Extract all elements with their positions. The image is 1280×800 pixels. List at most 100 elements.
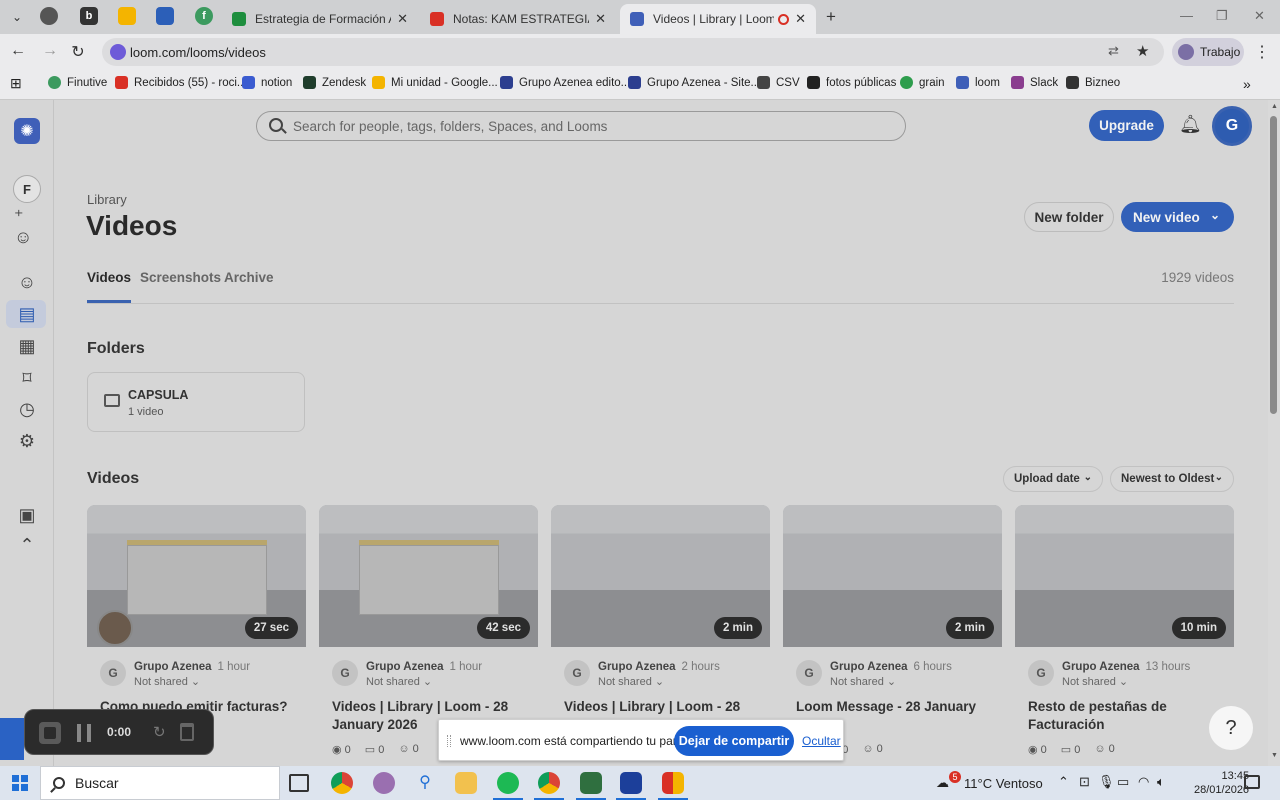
weather-text[interactable]: 11°C Ventoso [964, 776, 1043, 791]
workspace-badge[interactable]: F [13, 175, 41, 203]
sharing-status[interactable]: Not shared ⌄ [1062, 675, 1128, 688]
tab-loom-videos[interactable]: Videos | Library | Loom ✕ [620, 4, 816, 34]
bookmark-gmail[interactable]: Recibidos (55) - roci... [115, 76, 246, 89]
close-window-icon[interactable]: ✕ [1254, 8, 1265, 24]
sharing-status[interactable]: Not shared ⌄ [134, 675, 200, 688]
video-thumbnail[interactable]: 27 sec [87, 505, 306, 647]
close-tab-icon[interactable]: ✕ [795, 11, 806, 27]
bookmark-azenea-editor[interactable]: Grupo Azenea edito... [500, 76, 630, 89]
clock[interactable]: 13:45 28/01/2026 [1194, 769, 1249, 797]
minimize-icon[interactable]: — [1180, 8, 1193, 23]
reload-icon[interactable]: ↻ [68, 42, 88, 62]
stop-sharing-button[interactable]: Dejar de compartir [674, 726, 794, 756]
browser-menu-icon[interactable]: ⋮ [1252, 42, 1272, 62]
video-title[interactable]: Loom Message - 28 January [796, 698, 996, 716]
pinned-tab-globe-icon[interactable] [40, 7, 58, 25]
tray-chevron-icon[interactable]: ⌃ [1058, 774, 1069, 790]
upgrade-button[interactable]: Upgrade [1089, 110, 1164, 141]
profile-icon[interactable]: ☺ [14, 269, 40, 295]
close-tab-icon[interactable]: ✕ [397, 11, 408, 27]
video-thumbnail[interactable]: 2 min [551, 505, 770, 647]
notifications-bell-icon[interactable]: 🔔︎ [1179, 114, 1202, 135]
translate-icon[interactable]: ⇄ [1108, 43, 1119, 59]
calculator-icon[interactable] [576, 772, 606, 800]
page-scrollbar[interactable]: ▲ ▼ [1268, 100, 1280, 766]
bookmark-icon[interactable]: ⌑ [14, 365, 40, 391]
settings-gear-icon[interactable]: ⚙ [14, 428, 40, 454]
taskbar-search[interactable]: Buscar [40, 766, 280, 800]
address-bar[interactable]: loom.com/looms/videos ⇄ ★ [102, 38, 1164, 66]
video-title[interactable]: Resto de pestañas de Facturación [1028, 698, 1228, 734]
video-card[interactable]: 10 min G Grupo Azenea 13 hours Not shared ⌄ R… [1015, 505, 1234, 766]
pinned-tab-drive-icon[interactable] [118, 7, 136, 25]
scroll-up-icon[interactable]: ▲ [1271, 103, 1278, 110]
calendar-icon[interactable]: ▦ [14, 333, 40, 359]
bookmark-fotos[interactable]: fotos públicas [807, 76, 896, 89]
collapse-icon[interactable]: ⌃ [14, 532, 40, 558]
battery-icon[interactable]: ▭ [1117, 774, 1129, 790]
apps-grid-icon[interactable]: ⊞ [10, 75, 22, 92]
bookmark-bizneo[interactable]: Bizneo [1066, 76, 1120, 89]
hide-link[interactable]: Ocultar [802, 734, 841, 748]
breadcrumb[interactable]: Library [87, 192, 127, 207]
pinned-tab-bizneo-icon[interactable]: b [80, 7, 98, 25]
sharing-status[interactable]: Not shared ⌄ [598, 675, 664, 688]
help-button[interactable]: ? [1209, 706, 1253, 750]
bookmark-star-icon[interactable]: ★ [1136, 42, 1149, 60]
loom-logo-icon[interactable]: ✺ [14, 118, 40, 144]
forward-icon[interactable]: → [40, 42, 60, 60]
outlook-icon[interactable] [616, 772, 646, 800]
history-clock-icon[interactable]: ◷ [14, 396, 40, 422]
sharing-status[interactable]: Not shared ⌄ [830, 675, 896, 688]
volume-icon[interactable]: 🔈︎ [1157, 774, 1165, 790]
tab-archive[interactable]: Archive [224, 270, 274, 285]
tab-videos[interactable]: Videos [87, 270, 132, 303]
profile-button[interactable]: Trabajo [1172, 38, 1244, 66]
bookmark-csv[interactable]: CSV [757, 76, 800, 89]
recorder-edge-tab[interactable] [0, 718, 24, 760]
app-icon[interactable] [373, 772, 395, 794]
bookmark-loom[interactable]: loom [956, 76, 1000, 89]
scroll-down-icon[interactable]: ▼ [1271, 752, 1278, 759]
delete-recording-icon[interactable] [180, 723, 194, 741]
task-view-icon[interactable] [289, 774, 309, 792]
bookmark-azenea-site[interactable]: Grupo Azenea - Site... [628, 76, 760, 89]
stop-recording-icon[interactable] [39, 722, 61, 744]
video-thumbnail[interactable]: 10 min [1015, 505, 1234, 647]
bookmark-finutive[interactable]: Finutive [48, 76, 107, 89]
new-folder-button[interactable]: New folder [1024, 202, 1114, 232]
spotify-icon[interactable] [493, 772, 523, 800]
pinned-tab-azenea-icon[interactable] [156, 7, 174, 25]
video-thumbnail[interactable]: 42 sec [319, 505, 538, 647]
global-search-input[interactable]: Search for people, tags, folders, Spaces… [256, 111, 906, 141]
video-thumbnail[interactable]: 2 min [783, 505, 1002, 647]
tab-search-chevron-icon[interactable]: ⌄ [6, 6, 28, 28]
user-avatar[interactable]: G [1212, 106, 1252, 146]
scrollbar-thumb[interactable] [1270, 116, 1277, 414]
maximize-icon[interactable]: ❐ [1216, 8, 1228, 24]
sort-field-select[interactable]: Upload date ⌄ [1003, 466, 1103, 492]
notes-icon[interactable]: ▣ [14, 502, 40, 528]
file-explorer-icon[interactable] [455, 772, 477, 794]
pinned-tab-finutive-icon[interactable]: f [195, 7, 213, 25]
folder-card[interactable]: CAPSULA 1 video [87, 372, 305, 432]
notifications-icon[interactable] [1244, 775, 1260, 789]
tab-notas[interactable]: Notas: KAM ESTRATEGIA Y PRO ✕ [420, 4, 616, 34]
new-tab-button[interactable]: + [820, 6, 842, 28]
pause-icon[interactable] [77, 724, 91, 742]
more-bookmarks-icon[interactable]: » [1243, 76, 1251, 92]
new-video-button[interactable]: New video ⌄ [1121, 202, 1234, 232]
sharing-status[interactable]: Not shared ⌄ [366, 675, 432, 688]
video-title[interactable]: Videos | Library | Loom - 28 [564, 698, 764, 716]
bookmark-grain[interactable]: grain [900, 76, 945, 89]
close-tab-icon[interactable]: ✕ [595, 11, 606, 27]
chrome-active-icon[interactable] [534, 772, 564, 800]
back-icon[interactable]: ← [8, 42, 28, 60]
bookmark-notion[interactable]: notion [242, 76, 292, 89]
weather-icon[interactable]: ☁ [936, 775, 949, 791]
bookmark-slack[interactable]: Slack [1011, 76, 1058, 89]
wifi-icon[interactable]: ◠ [1138, 774, 1149, 790]
invite-user-icon[interactable]: ⁺☺ [14, 206, 40, 247]
sort-order-select[interactable]: Newest to Oldest ⌄ [1110, 466, 1234, 492]
app-grid-icon[interactable] [658, 772, 688, 800]
